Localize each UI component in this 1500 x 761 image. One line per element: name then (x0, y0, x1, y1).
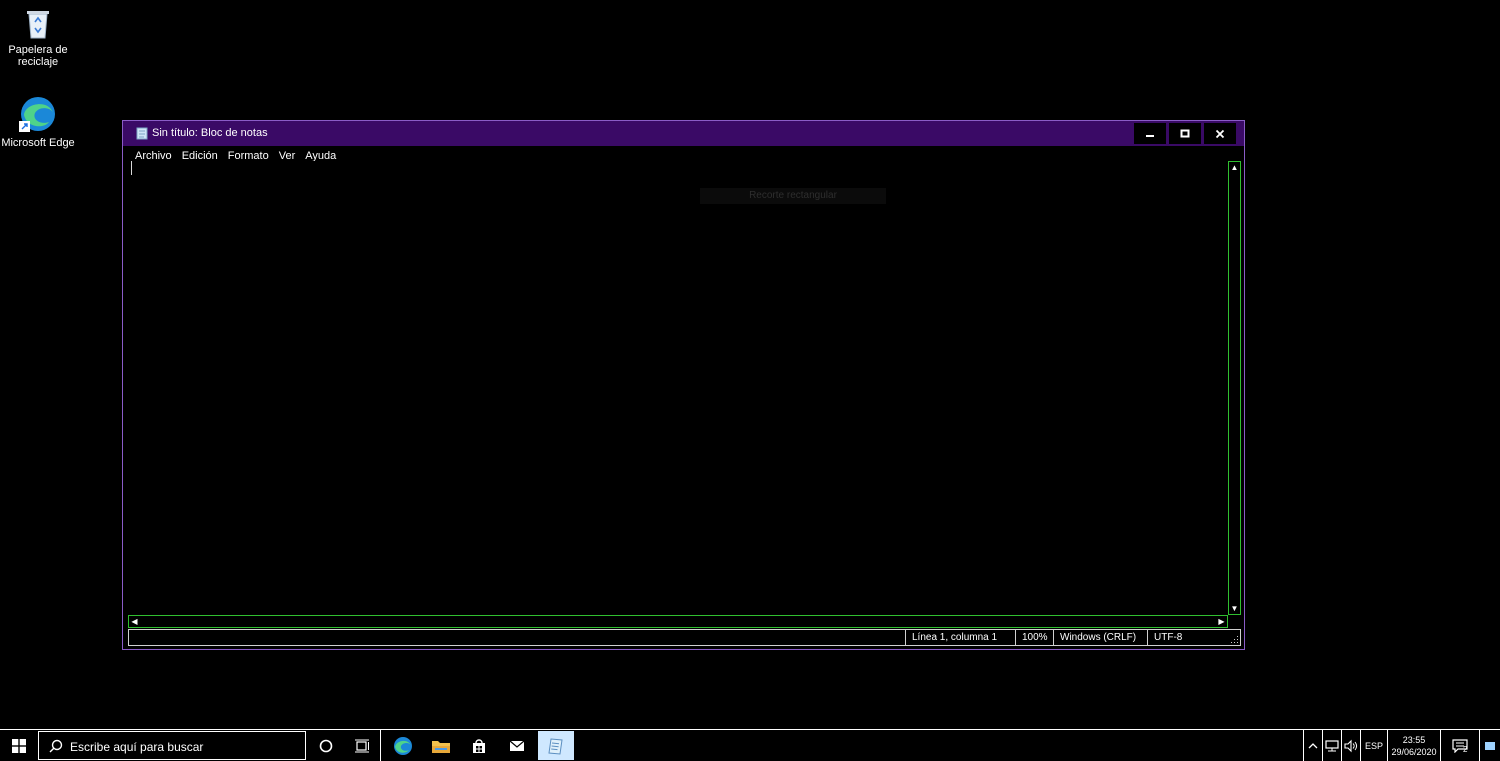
taskbar-search-box[interactable]: Escribe aquí para buscar (38, 731, 306, 760)
show-desktop-button[interactable] (1481, 731, 1499, 760)
window-title: Sin título: Bloc de notas (152, 127, 268, 139)
show-desktop-icon (1485, 741, 1495, 750)
taskbar-file-explorer[interactable] (422, 731, 460, 760)
recycle-bin-icon (27, 11, 49, 39)
desktop-icon-label: Microsoft Edge (1, 137, 75, 149)
clock-time: 23:55 (1402, 734, 1426, 745)
status-bar: Línea 1, columna 1 100% Windows (CRLF) U… (128, 629, 1241, 646)
minimize-icon (1146, 134, 1154, 137)
store-icon (473, 738, 485, 753)
edge-icon (394, 736, 412, 755)
title-bar[interactable]: Sin título: Bloc de notas (123, 121, 1244, 146)
taskbar-store[interactable] (460, 731, 498, 760)
desktop-icon-label: reciclaje (17, 56, 59, 68)
horizontal-scrollbar[interactable]: ◀ ▶ (128, 615, 1228, 628)
text-editor-area[interactable]: Recorte rectangular (128, 161, 1228, 613)
mail-icon (509, 740, 525, 751)
taskbar-mail[interactable] (498, 731, 536, 760)
cortana-button[interactable] (308, 731, 344, 760)
search-icon (49, 739, 63, 753)
close-button[interactable] (1203, 122, 1237, 145)
text-caret (131, 161, 132, 175)
clock-date: 29/06/2020 (1391, 746, 1437, 757)
volume-icon (1344, 739, 1357, 752)
taskbar: Escribe aquí para buscar ESP 23:55 29/06… (0, 729, 1500, 761)
clock[interactable]: 23:55 29/06/2020 (1388, 731, 1440, 760)
desktop-icon-recycle-bin[interactable]: Papelera de reciclaje (0, 6, 76, 68)
language-indicator[interactable]: ESP (1361, 731, 1387, 760)
notepad-icon (548, 737, 563, 755)
notification-count-badge: 2 (1463, 745, 1468, 754)
maximize-icon (1180, 129, 1190, 137)
notepad-window: Sin título: Bloc de notas Archivo Edició… (122, 120, 1245, 650)
volume-button[interactable] (1342, 731, 1360, 760)
show-hidden-icons-button[interactable] (1304, 731, 1322, 760)
chevron-up-icon (1308, 742, 1318, 748)
status-encoding: UTF-8 (1147, 630, 1227, 645)
close-icon (1215, 129, 1225, 138)
language-label: ESP (1364, 740, 1383, 751)
maximize-button[interactable] (1168, 122, 1202, 145)
search-placeholder: Escribe aquí para buscar (70, 740, 204, 754)
scroll-left-arrow-icon[interactable]: ◀ (129, 616, 140, 627)
resize-grip-icon[interactable] (1231, 636, 1239, 644)
start-button[interactable] (0, 731, 38, 760)
network-icon (1325, 739, 1339, 751)
edge-icon (19, 97, 55, 132)
status-line-ending: Windows (CRLF) (1053, 630, 1147, 645)
minimize-button[interactable] (1133, 122, 1167, 145)
scroll-right-arrow-icon[interactable]: ▶ (1216, 616, 1227, 627)
taskbar-edge[interactable] (384, 731, 422, 760)
desktop-icon-edge[interactable]: Microsoft Edge (0, 95, 76, 149)
desktop-icon-label: Papelera de (8, 44, 68, 56)
ghost-tooltip: Recorte rectangular (700, 188, 886, 204)
status-position: Línea 1, columna 1 (905, 630, 1015, 645)
scroll-up-arrow-icon[interactable]: ▲ (1229, 162, 1240, 173)
action-center-button[interactable]: 2 (1441, 731, 1479, 760)
notepad-icon (136, 127, 148, 140)
network-button[interactable] (1323, 731, 1341, 760)
windows-logo-icon (12, 738, 26, 753)
task-view-button[interactable] (344, 731, 380, 760)
vertical-scrollbar[interactable]: ▲ ▼ (1228, 161, 1241, 615)
taskbar-separator (380, 730, 381, 761)
cortana-circle-icon (319, 739, 333, 752)
task-view-icon (355, 739, 369, 752)
taskbar-notepad-active[interactable] (538, 731, 574, 760)
status-zoom: 100% (1015, 630, 1053, 645)
file-explorer-icon (432, 740, 450, 753)
scroll-down-arrow-icon[interactable]: ▼ (1229, 603, 1240, 614)
tray-separator (1479, 730, 1480, 761)
